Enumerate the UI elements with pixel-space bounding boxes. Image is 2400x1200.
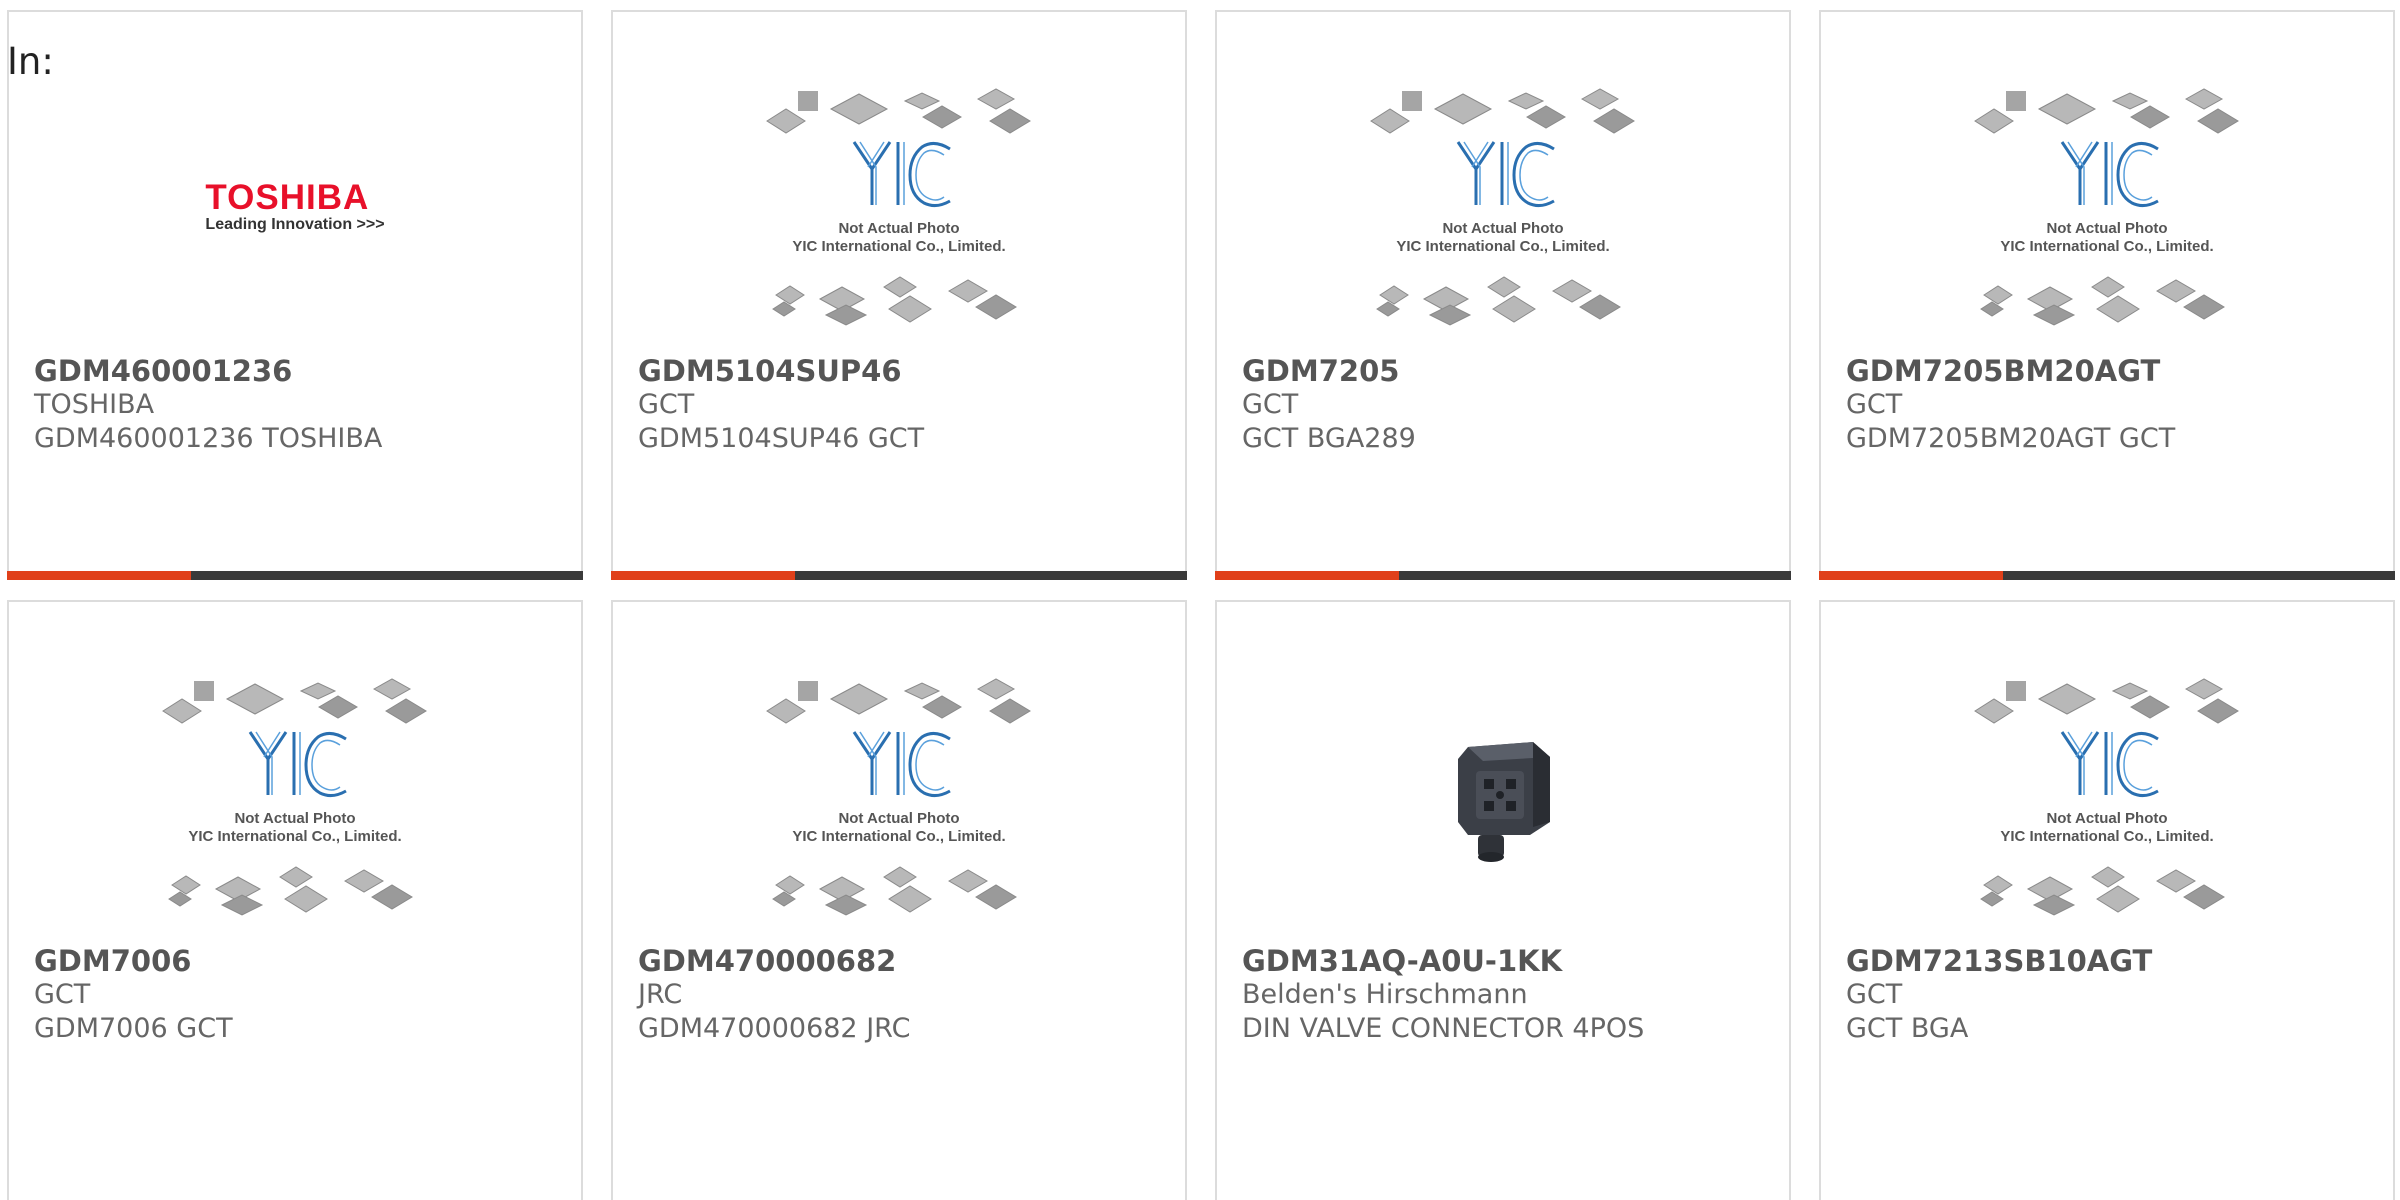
part-number-link[interactable]: GDM31AQ-A0U-1KK [1242,944,1769,978]
product-card[interactable]: Not Actual Photo YIC International Co., L… [611,600,1187,1200]
description: GDM470000682 JRC [638,1013,911,1044]
manufacturer: GCT [1242,389,1299,420]
svg-text:YIC International Co., Limited: YIC International Co., Limited. [792,238,1005,255]
part-number-link[interactable]: GDM460001236 [34,354,561,388]
not-actual-photo-placeholder: Not Actual PhotoYIC International Co., L… [1370,88,1635,326]
svg-text:Not Actual Photo: Not Actual Photo [2046,220,2167,237]
svg-text:Not Actual Photo: Not Actual Photo [1442,220,1563,237]
svg-text:YIC International Co., Limited: YIC International Co., Limited. [792,828,1005,845]
card-bottom-bar [7,571,583,580]
not-actual-photo-placeholder: Not Actual PhotoYIC International Co., L… [1974,88,2239,326]
part-number-link[interactable]: GDM7205 [1242,354,1769,388]
not-actual-photo-placeholder: Not Actual PhotoYIC International Co., L… [1974,678,2239,916]
description: GDM7006 GCT [34,1013,233,1044]
svg-text:YIC International Co., Limited: YIC International Co., Limited. [1396,238,1609,255]
description: GDM5104SUP46 GCT [638,423,925,454]
svg-text:YIC International Co., Limited: YIC International Co., Limited. [188,828,401,845]
product-card[interactable]: Not Actual Photo YIC International Co., L… [1215,10,1791,580]
product-card[interactable]: GDM31AQ-A0U-1KK Belden's Hirschmann DIN … [1215,600,1791,1200]
product-card[interactable]: Not Actual Photo YIC International Co., L… [7,600,583,1200]
description: GDM460001236 TOSHIBA [34,423,383,454]
product-image[interactable]: Not Actual Photo YIC International Co., L… [1217,52,1789,362]
manufacturer: Belden's Hirschmann [1242,979,1528,1010]
manufacturer: GCT [34,979,91,1010]
svg-text:Not Actual Photo: Not Actual Photo [838,810,959,827]
manufacturer: TOSHIBA [34,389,155,420]
part-number-link[interactable]: GDM470000682 [638,944,1165,978]
card-bottom-bar [1819,571,2395,580]
card-bottom-bar [611,571,1187,580]
product-image[interactable]: Not Actual Photo YIC International Co., L… [9,642,581,952]
product-image[interactable]: Not Actual Photo YIC International Co., L… [1821,642,2393,952]
product-image[interactable]: Not Actual Photo YIC International Co., L… [1821,52,2393,362]
svg-text:YIC International Co., Limited: YIC International Co., Limited. [2000,828,2213,845]
part-number-link[interactable]: GDM7205BM20AGT [1846,354,2373,388]
manufacturer: GCT [1846,389,1903,420]
part-number-link[interactable]: GDM7006 [34,944,561,978]
product-image[interactable]: Not Actual Photo YIC International Co., L… [613,52,1185,362]
product-card[interactable]: Not Actual Photo YIC International Co., L… [1819,10,2395,580]
product-image[interactable] [1217,642,1789,952]
product-card[interactable]: Not Actual Photo YIC International Co., L… [1819,600,2395,1200]
manufacturer: GCT [1846,979,1903,1010]
toshiba-logo: TOSHIBA Leading Innovation >>> [205,178,385,234]
part-number-link[interactable]: GDM7213SB10AGT [1846,944,2373,978]
description: GCT BGA289 [1242,423,1416,454]
not-actual-photo-placeholder: Not Actual PhotoYIC International Co., L… [766,678,1031,916]
description: GCT BGA [1846,1013,1969,1044]
description: GDM7205BM20AGT GCT [1846,423,2176,454]
svg-text:Not Actual Photo: Not Actual Photo [2046,810,2167,827]
svg-text:YIC International Co., Limited: YIC International Co., Limited. [2000,238,2213,255]
not-actual-photo-placeholder: Not Actual PhotoYIC International Co., L… [162,678,427,916]
product-image[interactable]: Not Actual Photo YIC International Co., L… [613,642,1185,952]
part-number-link[interactable]: GDM5104SUP46 [638,354,1165,388]
card-bottom-bar [1215,571,1791,580]
manufacturer: GCT [638,389,695,420]
svg-text:Not Actual Photo: Not Actual Photo [234,810,355,827]
product-card[interactable]: Not Actual Photo YIC International Co., L… [611,10,1187,580]
not-actual-photo-placeholder: Not Actual PhotoYIC International Co., L… [766,88,1031,326]
product-card[interactable]: TOSHIBA Leading Innovation >>> GDM460001… [7,10,583,580]
description: DIN VALVE CONNECTOR 4POS [1242,1013,1645,1044]
filter-label: In: [7,40,54,83]
manufacturer: JRC [638,979,683,1010]
connector-photo [1458,742,1550,862]
svg-text:Not Actual Photo: Not Actual Photo [838,220,959,237]
product-image[interactable]: TOSHIBA Leading Innovation >>> [9,52,581,362]
